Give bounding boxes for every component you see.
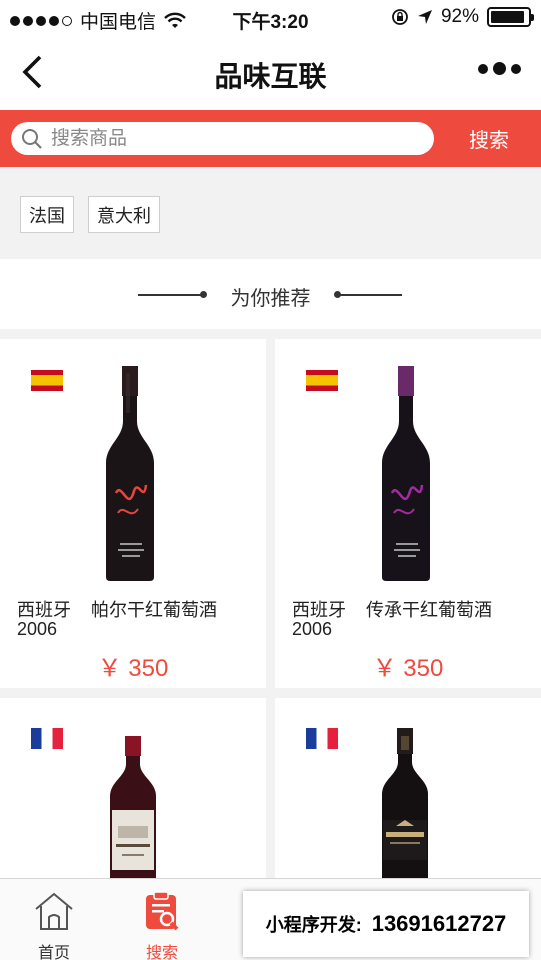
rotation-lock-icon bbox=[392, 9, 408, 25]
home-icon bbox=[35, 892, 73, 930]
product-price: ￥ 350 bbox=[97, 655, 169, 682]
page-title: 品味互联 bbox=[214, 61, 327, 92]
product-card[interactable] bbox=[275, 698, 541, 898]
more-dots-icon bbox=[478, 63, 488, 74]
divider-right bbox=[338, 294, 402, 296]
tag-filter-bar: 法国 意大利 bbox=[0, 167, 541, 259]
search-list-icon bbox=[146, 891, 179, 931]
search-button[interactable]: 搜索 bbox=[437, 110, 541, 167]
battery-icon bbox=[487, 7, 534, 27]
product-price: ￥ 350 bbox=[372, 655, 444, 682]
spain-flag-icon bbox=[306, 370, 338, 391]
spain-flag-icon bbox=[31, 370, 63, 391]
wine-bottle-image bbox=[382, 366, 430, 581]
product-card[interactable]: 西班牙 传承干红葡萄酒2006 ￥ 350 bbox=[275, 339, 541, 688]
status-right: 92% bbox=[391, 6, 534, 28]
promo-label: 小程序开发: bbox=[265, 915, 362, 935]
wine-bottle-image bbox=[110, 736, 156, 886]
promo-banner: 小程序开发: 13691612727 bbox=[243, 891, 529, 957]
product-country: 西班牙 bbox=[292, 600, 346, 620]
search-icon bbox=[22, 128, 42, 149]
more-button[interactable] bbox=[478, 62, 521, 75]
wine-bottle-image bbox=[382, 728, 428, 888]
location-arrow-icon bbox=[417, 10, 432, 24]
promo-phone: 13691612727 bbox=[371, 911, 507, 936]
battery-text: 92% bbox=[440, 6, 479, 27]
tab-home-label: 首页 bbox=[37, 945, 70, 960]
france-flag-icon bbox=[306, 728, 338, 749]
tab-search-label: 搜索 bbox=[145, 945, 178, 960]
search-box[interactable] bbox=[11, 122, 434, 155]
wine-bottle-image bbox=[106, 366, 154, 581]
tab-home[interactable]: 首页 bbox=[0, 879, 108, 960]
recommend-header: 为你推荐 bbox=[0, 259, 541, 329]
recommend-title: 为你推荐 bbox=[230, 288, 311, 310]
product-card[interactable] bbox=[0, 698, 266, 898]
nav-bar: 品味互联 bbox=[0, 36, 541, 110]
search-input[interactable] bbox=[51, 127, 411, 150]
search-bar: 搜索 bbox=[0, 110, 541, 167]
status-bar: 中国电信 下午3:20 92% bbox=[0, 0, 541, 36]
tab-search[interactable]: 搜索 bbox=[108, 879, 216, 960]
tag-france[interactable]: 法国 bbox=[20, 196, 74, 233]
tag-italy[interactable]: 意大利 bbox=[88, 196, 160, 233]
product-card[interactable]: 西班牙 帕尔干红葡萄酒2006 ￥ 350 bbox=[0, 339, 266, 688]
product-name: 西班牙 传承干红葡萄酒2006 bbox=[292, 601, 532, 639]
france-flag-icon bbox=[31, 728, 63, 749]
product-name: 西班牙 帕尔干红葡萄酒2006 bbox=[17, 601, 257, 639]
product-country: 西班牙 bbox=[17, 600, 71, 620]
